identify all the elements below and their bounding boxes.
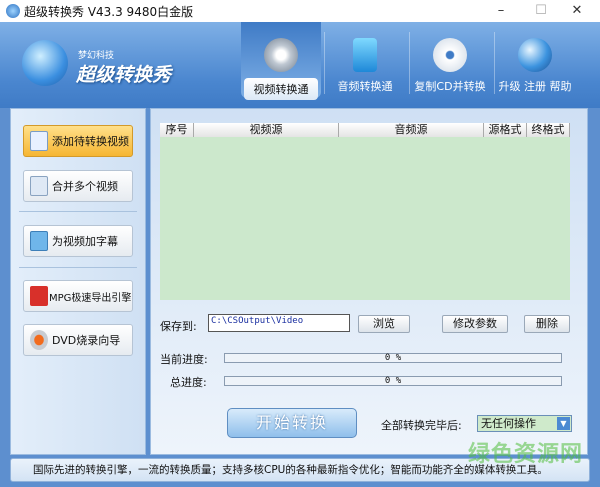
tab-cd-label: 复制CD并转换 (414, 80, 486, 93)
dvd-burn-button[interactable]: DVD烧录向导 (23, 324, 133, 356)
total-progress-label: 总进度: (170, 376, 207, 389)
add-video-icon (30, 131, 48, 151)
tab-help-label: 升级 注册 帮助 (498, 80, 572, 93)
tab-audio[interactable]: 音频转换通 (330, 22, 400, 98)
current-progress-bar: 0 % (224, 353, 562, 363)
add-subtitle-label: 为视频加字幕 (52, 235, 118, 248)
add-video-button[interactable]: 添加待转换视频 (23, 125, 133, 157)
save-to-label: 保存到: (160, 320, 197, 333)
after-complete-label: 全部转换完毕后: (381, 419, 462, 432)
subtitle-icon (30, 231, 48, 251)
start-convert-button[interactable]: 开始转换 (227, 408, 357, 438)
fx-icon (30, 286, 48, 306)
total-progress-bar: 0 % (224, 376, 562, 386)
add-video-label: 添加待转换视频 (52, 135, 129, 148)
dvd-burn-label: DVD烧录向导 (52, 334, 121, 347)
after-complete-select[interactable]: 无任何操作 ▼ (477, 415, 572, 432)
globe-icon (518, 38, 552, 72)
after-complete-value: 无任何操作 (481, 417, 536, 430)
app-icon (6, 4, 20, 18)
col-source-format[interactable]: 源格式 (484, 123, 527, 137)
header: 梦幻科技 超级转换秀 视频转换通 音频转换通 复制CD并转换 升级 注册 帮助 (0, 22, 600, 108)
cd-icon (433, 38, 467, 72)
merge-videos-button[interactable]: 合并多个视频 (23, 170, 133, 202)
close-button[interactable]: ✕ (554, 0, 600, 22)
document-icon (30, 176, 48, 196)
dvd-burn-icon (30, 330, 48, 350)
chevron-down-icon[interactable]: ▼ (557, 417, 570, 430)
title-bar: 超级转换秀 V43.3 9480白金版 – ☐ ✕ (0, 0, 600, 22)
table-header: 序号 视频源 音频源 源格式 终格式 (160, 123, 570, 137)
watermark: 绿色资源网 (468, 442, 584, 467)
col-audio-source[interactable]: 音频源 (339, 123, 484, 137)
tab-audio-label: 音频转换通 (337, 80, 393, 93)
logo-icon (22, 40, 68, 86)
sidebar: 添加待转换视频 合并多个视频 为视频加字幕 MPG极速导出引擎 DVD烧录向导 (10, 108, 146, 455)
music-note-icon (353, 38, 377, 72)
output-path-input[interactable]: C:\CSOutput\Video (208, 314, 350, 332)
merge-videos-label: 合并多个视频 (52, 180, 118, 193)
browse-button[interactable]: 浏览 (358, 315, 410, 333)
delete-button[interactable]: 删除 (524, 315, 570, 333)
tab-video-label: 视频转换通 (244, 78, 318, 100)
mpg-export-button[interactable]: MPG极速导出引擎 (23, 280, 133, 312)
mpg-export-label: MPG极速导出引擎 (49, 292, 132, 304)
add-subtitle-button[interactable]: 为视频加字幕 (23, 225, 133, 257)
film-reel-icon (264, 38, 298, 72)
col-video-source[interactable]: 视频源 (194, 123, 339, 137)
edit-params-button[interactable]: 修改参数 (442, 315, 508, 333)
current-progress-label: 当前进度: (160, 353, 208, 366)
file-table[interactable]: 序号 视频源 音频源 源格式 终格式 (160, 123, 570, 300)
product-name: 超级转换秀 (76, 64, 172, 86)
tab-video[interactable]: 视频转换通 (241, 22, 321, 100)
tab-help[interactable]: 升级 注册 帮助 (496, 22, 574, 98)
col-target-format[interactable]: 终格式 (527, 123, 570, 137)
window-title: 超级转换秀 V43.3 9480白金版 (24, 4, 194, 19)
col-index[interactable]: 序号 (160, 123, 194, 137)
tab-cd[interactable]: 复制CD并转换 (412, 22, 488, 98)
